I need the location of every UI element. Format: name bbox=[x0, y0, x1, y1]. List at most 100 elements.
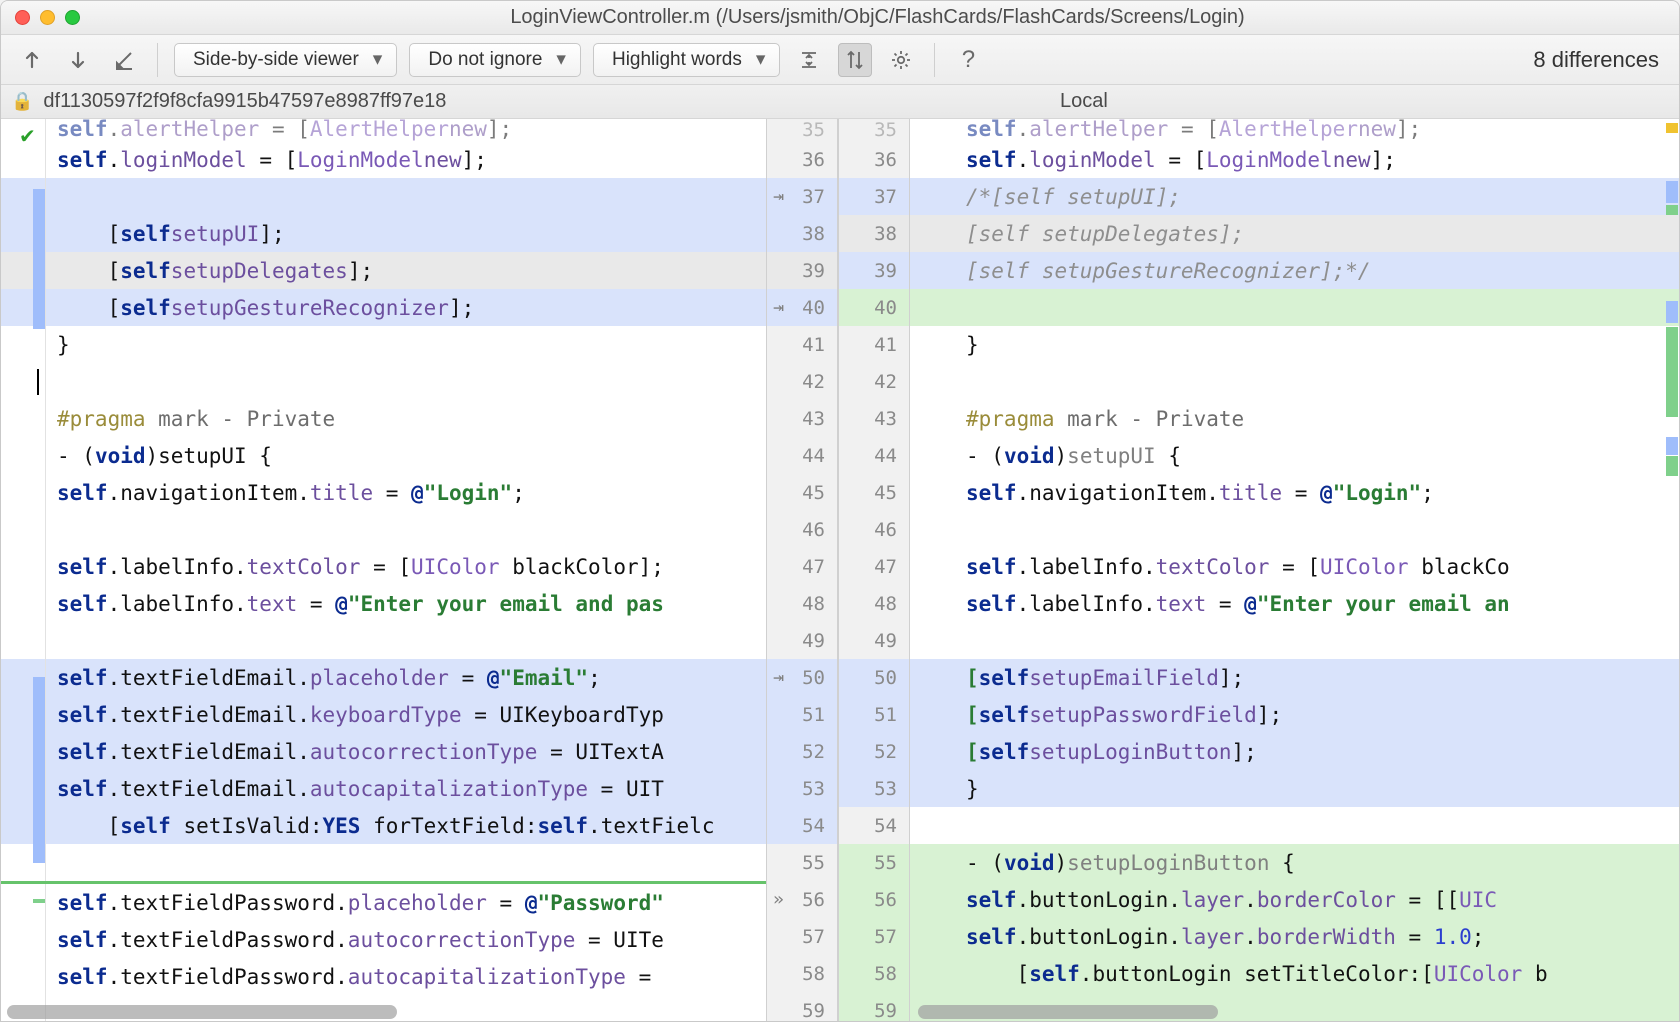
code-line[interactable]: self.loginModel = [LoginModel new]; bbox=[910, 141, 1679, 178]
line-number: 51 bbox=[839, 696, 909, 733]
line-number: 53 bbox=[839, 770, 909, 807]
line-number: 56» bbox=[767, 881, 837, 918]
line-number: 37⇥ bbox=[767, 178, 837, 215]
code-line[interactable]: } bbox=[910, 326, 1679, 363]
close-icon[interactable] bbox=[15, 10, 30, 25]
code-line[interactable] bbox=[1, 844, 766, 881]
line-number: 38 bbox=[839, 215, 909, 252]
line-number: 42 bbox=[839, 363, 909, 400]
code-line[interactable] bbox=[910, 622, 1679, 659]
line-number: 49 bbox=[839, 622, 909, 659]
code-line[interactable]: self.buttonLogin.layer.borderColor = [[U… bbox=[910, 881, 1679, 918]
code-line[interactable] bbox=[910, 511, 1679, 548]
line-number: 54 bbox=[839, 807, 909, 844]
code-line[interactable]: - (void)setupUI { bbox=[910, 437, 1679, 474]
right-code-pane[interactable]: self.alertHelper = [AlertHelper new]; se… bbox=[910, 119, 1679, 1021]
code-line[interactable]: self.loginModel = [LoginModel new]; bbox=[1, 141, 766, 178]
chevron-down-icon: ▾ bbox=[756, 48, 766, 71]
line-number: 58 bbox=[839, 955, 909, 992]
code-line[interactable]: self.alertHelper = [AlertHelper new]; bbox=[1, 119, 766, 141]
settings-button[interactable] bbox=[884, 43, 918, 77]
maximize-icon[interactable] bbox=[65, 10, 80, 25]
apply-diff-icon[interactable]: ⇥ bbox=[773, 297, 784, 318]
code-line[interactable]: [self setupDelegates]; bbox=[910, 215, 1679, 252]
code-line[interactable]: [self setupEmailField]; bbox=[910, 659, 1679, 696]
apply-diff-icon[interactable]: » bbox=[773, 889, 784, 910]
left-edge: ✔ bbox=[1, 119, 41, 1021]
right-marker-stripe bbox=[1665, 119, 1679, 1021]
line-number: 43 bbox=[767, 400, 837, 437]
code-line[interactable]: - (void)setupUI { bbox=[1, 437, 766, 474]
code-line[interactable] bbox=[1, 511, 766, 548]
code-line[interactable]: [self setupPasswordField]; bbox=[910, 696, 1679, 733]
code-line[interactable]: /*[self setupUI]; bbox=[910, 178, 1679, 215]
h-scrollbar[interactable] bbox=[7, 1005, 397, 1019]
highlight-mode-select[interactable]: Highlight words ▾ bbox=[593, 43, 780, 77]
code-line[interactable]: self.textFieldPassword.placeholder = @"P… bbox=[1, 884, 766, 921]
source-bar: 🔒 df1130597f2f9f8cfa9915b47597e8987ff97e… bbox=[1, 85, 1679, 119]
window-controls bbox=[15, 10, 80, 25]
code-line[interactable]: [self.buttonLogin setTitleColor:[UIColor… bbox=[910, 955, 1679, 992]
code-line[interactable]: self.labelInfo.textColor = [UIColor blac… bbox=[1, 548, 766, 585]
titlebar: LoginViewController.m (/Users/jsmith/Obj… bbox=[1, 1, 1679, 35]
line-number: 54 bbox=[767, 807, 837, 844]
code-line[interactable]: self.labelInfo.text = @"Enter your email… bbox=[910, 585, 1679, 622]
code-line[interactable]: [self setupDelegates]; bbox=[1, 252, 766, 289]
code-line[interactable] bbox=[910, 289, 1679, 326]
edit-icon[interactable] bbox=[107, 43, 141, 77]
line-number: 36 bbox=[767, 141, 837, 178]
line-number: 45 bbox=[767, 474, 837, 511]
collapse-unchanged-button[interactable] bbox=[792, 43, 826, 77]
diff-count-label: 8 differences bbox=[1533, 47, 1665, 73]
code-line[interactable]: self.textFieldEmail.autocorrectionType =… bbox=[1, 733, 766, 770]
code-line[interactable]: [self setupGestureRecognizer];*/ bbox=[910, 252, 1679, 289]
code-line[interactable]: [self setupGestureRecognizer]; bbox=[1, 289, 766, 326]
minimize-icon[interactable] bbox=[40, 10, 55, 25]
code-line[interactable]: self.buttonLogin.layer.borderWidth = 1.0… bbox=[910, 918, 1679, 955]
code-line[interactable]: [self setupUI]; bbox=[1, 215, 766, 252]
code-line[interactable] bbox=[910, 807, 1679, 844]
code-line[interactable]: [self setupLoginButton]; bbox=[910, 733, 1679, 770]
code-line[interactable]: self.navigationItem.title = @"Login"; bbox=[1, 474, 766, 511]
window-title: LoginViewController.m (/Users/jsmith/Obj… bbox=[90, 6, 1665, 29]
code-line[interactable] bbox=[1, 622, 766, 659]
line-number: 57 bbox=[839, 918, 909, 955]
line-number: 35 bbox=[839, 119, 909, 141]
code-line[interactable]: } bbox=[910, 770, 1679, 807]
apply-diff-icon[interactable]: ⇥ bbox=[773, 186, 784, 207]
left-revision-label: df1130597f2f9f8cfa9915b47597e8987ff97e18 bbox=[43, 90, 446, 113]
prev-diff-button[interactable] bbox=[15, 43, 49, 77]
code-line[interactable]: self.textFieldPassword.autocorrectionTyp… bbox=[1, 921, 766, 958]
line-number: 44 bbox=[767, 437, 837, 474]
sync-scroll-button[interactable] bbox=[838, 43, 872, 77]
h-scrollbar[interactable] bbox=[918, 1005, 1218, 1019]
code-line[interactable]: self.navigationItem.title = @"Login"; bbox=[910, 474, 1679, 511]
code-line[interactable]: - (void)setupLoginButton { bbox=[910, 844, 1679, 881]
line-number: 52 bbox=[839, 733, 909, 770]
viewer-mode-select[interactable]: Side-by-side viewer ▾ bbox=[174, 43, 397, 77]
code-line[interactable] bbox=[1, 178, 766, 215]
code-line[interactable]: self.textFieldEmail.keyboardType = UIKey… bbox=[1, 696, 766, 733]
code-line[interactable]: self.labelInfo.textColor = [UIColor blac… bbox=[910, 548, 1679, 585]
right-revision-label: Local bbox=[1060, 90, 1108, 113]
code-line[interactable]: self.labelInfo.text = @"Enter your email… bbox=[1, 585, 766, 622]
line-number: 35 bbox=[767, 119, 837, 141]
code-line[interactable]: self.textFieldPassword.autocapitalizatio… bbox=[1, 958, 766, 995]
left-code-pane[interactable]: ✔ self.alertHelper = [AlertHelper new]; … bbox=[1, 119, 766, 1021]
code-line[interactable] bbox=[910, 363, 1679, 400]
line-number: 55 bbox=[839, 844, 909, 881]
code-line[interactable]: [self setIsValid:YES forTextField:self.t… bbox=[1, 807, 766, 844]
code-line[interactable]: self.alertHelper = [AlertHelper new]; bbox=[910, 119, 1679, 141]
help-button[interactable]: ? bbox=[951, 43, 985, 77]
code-line[interactable]: self.textFieldEmail.placeholder = @"Emai… bbox=[1, 659, 766, 696]
line-number: 40⇥ bbox=[767, 289, 837, 326]
code-line[interactable]: #pragma mark - Private bbox=[910, 400, 1679, 437]
line-number: 39 bbox=[839, 252, 909, 289]
code-line[interactable]: #pragma mark - Private bbox=[1, 400, 766, 437]
next-diff-button[interactable] bbox=[61, 43, 95, 77]
ignore-mode-select[interactable]: Do not ignore ▾ bbox=[409, 43, 581, 77]
code-line[interactable]: self.textFieldEmail.autocapitalizationTy… bbox=[1, 770, 766, 807]
code-line[interactable] bbox=[1, 363, 766, 400]
apply-diff-icon[interactable]: ⇥ bbox=[773, 667, 784, 688]
code-line[interactable]: } bbox=[1, 326, 766, 363]
